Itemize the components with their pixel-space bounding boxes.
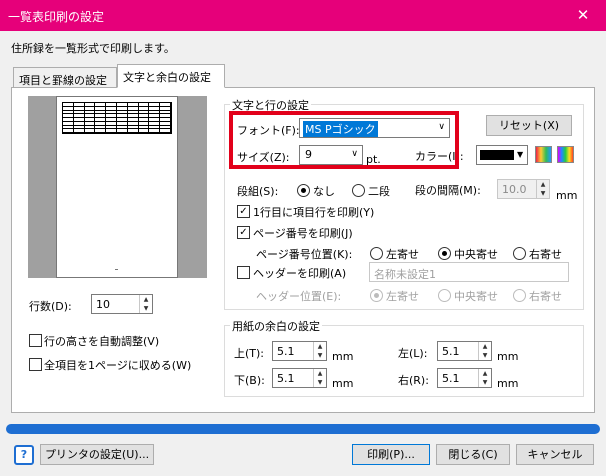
page-number-marker — [115, 269, 118, 270]
header-pos-center-radio[interactable] — [438, 289, 451, 302]
stepper-down-icon[interactable]: ▼ — [314, 378, 326, 387]
color-palette-icon[interactable] — [557, 146, 574, 163]
pagenum-center-radio[interactable] — [438, 247, 451, 260]
highlight-box — [229, 111, 459, 169]
pagenum-left-radio[interactable] — [370, 247, 383, 260]
stepper-up-icon[interactable]: ▲ — [314, 369, 326, 378]
auto-height-label: 行の高さを自動調整(V) — [44, 335, 160, 348]
progress-bar — [6, 424, 600, 434]
fit-page-label: 全項目を1ページに収める(W) — [44, 359, 192, 372]
gap-stepper[interactable]: 10.0 ▲ ▼ — [497, 179, 550, 199]
header-pos-left-label: 左寄せ — [386, 290, 419, 303]
pagenum-left-label: 左寄せ — [386, 248, 419, 261]
print-preview — [28, 96, 207, 278]
rows-value: 10 — [96, 298, 110, 311]
pagenum-center-label: 中央寄せ — [454, 248, 498, 261]
header-pos-right-label: 右寄せ — [529, 290, 562, 303]
header-pos-label: ヘッダー位置(E): — [256, 290, 342, 303]
color-picker[interactable]: ▼ — [476, 145, 528, 165]
left-margin-stepper[interactable]: 5.1 ▲ ▼ — [437, 341, 492, 361]
gap-unit: mm — [556, 189, 578, 202]
stepper-up-icon[interactable]: ▲ — [479, 342, 491, 351]
rows-label: 行数(D): — [29, 300, 72, 313]
title-bar: 一覧表印刷の設定 ✕ — [0, 0, 606, 31]
top-margin-value: 5.1 — [277, 345, 295, 358]
fit-page-checkbox[interactable] — [29, 358, 42, 371]
tab-fields-and-lines[interactable]: 項目と罫線の設定 — [13, 67, 117, 89]
columns-two-radio[interactable] — [352, 184, 365, 197]
gap-value: 10.0 — [502, 183, 527, 196]
right-margin-value: 5.1 — [442, 372, 460, 385]
page-number-checkbox[interactable]: ✓ — [237, 226, 250, 239]
header-text-input[interactable]: 名称未設定1 — [369, 262, 569, 282]
rows-stepper[interactable]: 10 ▲ ▼ — [91, 294, 153, 314]
left-margin-label: 左(L): — [398, 347, 428, 360]
bottom-margin-stepper[interactable]: 5.1 ▲ ▼ — [272, 368, 327, 388]
columns-two-label: 二段 — [368, 185, 390, 198]
stepper-up-icon[interactable]: ▲ — [479, 369, 491, 378]
header-pos-left-radio[interactable] — [370, 289, 383, 302]
help-icon[interactable]: ? — [14, 445, 34, 465]
stepper-down-icon[interactable]: ▼ — [140, 304, 152, 313]
gap-label: 段の間隔(M): — [415, 184, 481, 197]
print-button[interactable]: 印刷(P)... — [352, 444, 430, 465]
header-checkbox[interactable] — [237, 266, 250, 279]
chevron-down-icon[interactable]: ▼ — [517, 150, 523, 159]
description-text: 住所録を一覧形式で印刷します。 — [11, 42, 175, 55]
left-margin-value: 5.1 — [442, 345, 460, 358]
top-margin-label: 上(T): — [234, 347, 265, 360]
columns-none-radio[interactable] — [297, 184, 310, 197]
header-pos-right-radio[interactable] — [513, 289, 526, 302]
header-row-label: 1行目に項目行を印刷(Y) — [253, 206, 375, 219]
preview-table — [62, 102, 172, 134]
bottom-margin-unit: mm — [332, 377, 354, 390]
pagenum-right-label: 右寄せ — [529, 248, 562, 261]
cancel-button[interactable]: キャンセル — [516, 444, 594, 465]
stepper-up-icon[interactable]: ▲ — [537, 180, 549, 189]
page-number-label: ページ番号を印刷(J) — [253, 227, 353, 240]
color-swatch — [480, 150, 514, 160]
bottom-margin-value: 5.1 — [277, 372, 295, 385]
left-margin-unit: mm — [497, 350, 519, 363]
top-margin-stepper[interactable]: 5.1 ▲ ▼ — [272, 341, 327, 361]
preview-page — [56, 96, 178, 278]
right-margin-label: 右(R): — [398, 374, 429, 387]
stepper-up-icon[interactable]: ▲ — [140, 295, 152, 304]
right-margin-stepper[interactable]: 5.1 ▲ ▼ — [437, 368, 492, 388]
window-title: 一覧表印刷の設定 — [8, 10, 105, 24]
stepper-up-icon[interactable]: ▲ — [314, 342, 326, 351]
stepper-down-icon[interactable]: ▼ — [537, 189, 549, 198]
pagenum-right-radio[interactable] — [513, 247, 526, 260]
header-pos-center-label: 中央寄せ — [454, 290, 498, 303]
header-label: ヘッダーを印刷(A) — [253, 267, 347, 280]
reset-button[interactable]: リセット(X) — [486, 115, 572, 136]
columns-label: 段組(S): — [237, 185, 279, 198]
stepper-down-icon[interactable]: ▼ — [479, 378, 491, 387]
auto-height-checkbox[interactable] — [29, 334, 42, 347]
printer-settings-button[interactable]: プリンタの設定(U)... — [40, 444, 154, 465]
margin-group-title: 用紙の余白の設定 — [230, 318, 322, 334]
tab-text-and-margins[interactable]: 文字と余白の設定 — [117, 64, 225, 88]
header-text-placeholder: 名称未設定1 — [374, 268, 436, 281]
top-margin-unit: mm — [332, 350, 354, 363]
right-margin-unit: mm — [497, 377, 519, 390]
page-number-pos-label: ページ番号位置(K): — [256, 248, 353, 261]
color-grid-icon[interactable] — [535, 146, 552, 163]
bottom-margin-label: 下(B): — [234, 374, 265, 387]
stepper-down-icon[interactable]: ▼ — [314, 351, 326, 360]
header-row-checkbox[interactable]: ✓ — [237, 205, 250, 218]
columns-none-label: なし — [313, 185, 335, 198]
stepper-down-icon[interactable]: ▼ — [479, 351, 491, 360]
close-icon[interactable]: ✕ — [560, 0, 606, 31]
close-button[interactable]: 閉じる(C) — [436, 444, 510, 465]
